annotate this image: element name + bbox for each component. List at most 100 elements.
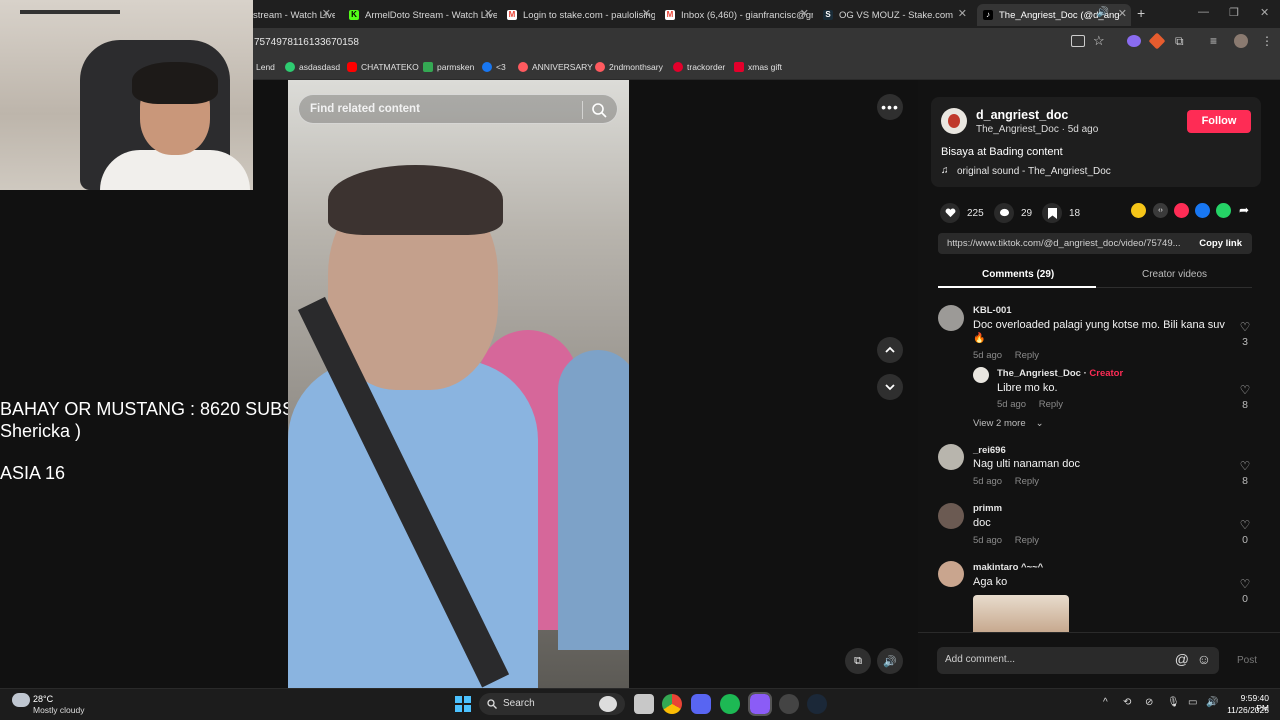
comment-username[interactable]: KBL-001 [973, 305, 1012, 316]
maximize-icon[interactable]: ❐ [1229, 6, 1239, 19]
audio-playing-icon[interactable]: 🔊 [1097, 7, 1109, 18]
send-to-friends-icon[interactable] [1174, 203, 1189, 218]
comment-username[interactable]: makintaro ^~~^ [973, 562, 1043, 573]
bookmark-item[interactable]: CHATMATEKO [347, 60, 419, 74]
bookmark-item[interactable]: xmas gift [734, 60, 782, 74]
comment-image[interactable] [973, 595, 1069, 632]
minimize-icon[interactable]: — [1198, 6, 1209, 18]
bookmark-item[interactable]: <3 [482, 60, 506, 74]
bookmark-item[interactable]: 2ndmonthsary [595, 60, 663, 74]
creator-avatar[interactable] [973, 367, 989, 383]
tab-close-icon[interactable]: ✕ [484, 7, 493, 20]
install-app-icon[interactable] [1071, 35, 1085, 47]
tab-close-icon[interactable]: ✕ [322, 7, 331, 20]
post-button[interactable]: Post [1237, 655, 1257, 666]
previous-video-icon[interactable] [877, 337, 903, 363]
whatsapp-share-icon[interactable] [1216, 203, 1231, 218]
comment-like-button[interactable]: ♡ 8 [1235, 383, 1255, 411]
tab-creator-videos[interactable]: Creator videos [1142, 269, 1207, 280]
commenter-avatar[interactable] [938, 305, 964, 331]
comment-button[interactable]: 29 [994, 203, 1032, 223]
profile-avatar[interactable] [1234, 34, 1248, 48]
miniplayer-icon[interactable]: ⧉ [845, 648, 871, 674]
app-icon[interactable] [748, 692, 772, 716]
bookmark-item[interactable]: trackorder [673, 60, 725, 74]
comment-like-button[interactable]: ♡ 0 [1235, 577, 1255, 605]
bookmark-item[interactable]: parmsken [423, 60, 474, 74]
creator-username[interactable]: d_angriest_doc [976, 108, 1068, 122]
tab-comments[interactable]: Comments (29) [982, 269, 1054, 280]
microphone-icon[interactable]: 🎙 [1167, 697, 1180, 708]
media-control-icon[interactable]: ≡ [1210, 34, 1217, 48]
volume-icon[interactable]: 🔊 [877, 648, 903, 674]
new-tab-icon[interactable]: + [1137, 5, 1145, 21]
reply-button[interactable]: Reply [1015, 350, 1039, 361]
weather-cloud-icon[interactable] [12, 693, 30, 707]
like-button[interactable]: 225 [940, 203, 984, 223]
video-player[interactable] [288, 80, 629, 688]
tray-app-icon[interactable]: ⊘ [1145, 697, 1153, 708]
tab-close-icon[interactable]: ✕ [958, 7, 967, 20]
browser-tab[interactable]: M Inbox (6,460) - gianfrancisc@gr ✕ [665, 4, 813, 26]
volume-tray-icon[interactable]: 🔊 [1206, 697, 1218, 708]
comment-input[interactable]: Add comment... @ ☺ [937, 647, 1219, 674]
repost-icon[interactable] [1131, 203, 1146, 218]
tab-close-icon[interactable]: ✕ [642, 7, 651, 20]
window-close-icon[interactable]: ✕ [1260, 6, 1269, 19]
comment-username[interactable]: primm [973, 503, 1002, 514]
extensions-puzzle-icon[interactable]: ⧉ [1175, 34, 1184, 49]
copy-link-button[interactable]: Copy link [1199, 238, 1242, 249]
view-more-replies[interactable]: View 2 more ⌄ [973, 418, 1044, 429]
commenter-avatar[interactable] [938, 561, 964, 587]
related-search-input[interactable]: Find related content [298, 94, 618, 124]
comment-username[interactable]: _rei696 [973, 445, 1006, 456]
commenter-avatar[interactable] [938, 444, 964, 470]
reply-username[interactable]: The_Angriest_Doc [997, 368, 1081, 379]
browser-tab[interactable]: K ArmelDoto Stream - Watch Live ✕ [349, 4, 497, 26]
browser-tab[interactable]: S OG VS MOUZ - Stake.com ✕ [823, 4, 971, 26]
sound-link[interactable]: original sound - The_Angriest_Doc [957, 166, 1111, 177]
discord-icon[interactable] [691, 694, 711, 714]
reply-button[interactable]: Reply [1015, 535, 1039, 546]
bookmark-item[interactable]: ANNIVERSARY [518, 60, 593, 74]
mention-icon[interactable]: @ [1175, 651, 1189, 667]
save-button[interactable]: 18 [1042, 203, 1080, 223]
browser-tab[interactable]: M Login to stake.com - paulolising ✕ [507, 4, 655, 26]
task-view-icon[interactable] [634, 694, 654, 714]
windows-start-icon[interactable] [455, 696, 471, 712]
comment-like-button[interactable]: ♡ 8 [1235, 459, 1255, 487]
emoji-icon[interactable]: ☺ [1197, 651, 1211, 667]
bookmark-star-icon[interactable]: ☆ [1093, 33, 1105, 49]
weather-temp[interactable]: 28°C [33, 694, 53, 704]
video-link-url[interactable]: https://www.tiktok.com/@d_angriest_doc/v… [947, 238, 1181, 249]
share-arrow-icon[interactable]: ➦ [1239, 203, 1249, 217]
network-icon[interactable]: ▭ [1188, 697, 1197, 708]
url-field[interactable]: 7574978116133670158 [254, 37, 359, 48]
embed-icon[interactable]: ‹› [1153, 203, 1168, 218]
bookmark-item[interactable]: asdasdasd [285, 60, 340, 74]
commenter-avatar[interactable] [938, 503, 964, 529]
steam-icon[interactable] [807, 694, 827, 714]
extension-icon[interactable] [1127, 35, 1141, 47]
bookmark-item[interactable]: Lend [256, 60, 275, 74]
taskbar-search[interactable]: Search [479, 693, 625, 715]
creator-avatar[interactable] [941, 108, 967, 134]
next-video-icon[interactable] [877, 374, 903, 400]
tray-app-icon[interactable]: ⟲ [1123, 697, 1131, 708]
reply-button[interactable]: Reply [1039, 399, 1063, 410]
more-options-icon[interactable]: ••• [877, 94, 903, 120]
tab-close-icon[interactable]: ✕ [1118, 7, 1127, 20]
tab-close-icon[interactable]: ✕ [800, 7, 809, 20]
obs-icon[interactable] [779, 694, 799, 714]
spotify-icon[interactable] [720, 694, 740, 714]
tray-overflow-icon[interactable]: ^ [1103, 697, 1108, 708]
comment-like-button[interactable]: ♡ 0 [1235, 518, 1255, 546]
comment-like-button[interactable]: ♡ 3 [1235, 320, 1255, 348]
facebook-share-icon[interactable] [1195, 203, 1210, 218]
browser-tab-active[interactable]: ♪ The_Angriest_Doc (@d_ang 🔊 ✕ [977, 4, 1131, 26]
chrome-icon[interactable] [662, 694, 682, 714]
taskbar-date[interactable]: 11/26/2025 [1227, 705, 1269, 715]
browser-tab[interactable]: stream - Watch Live ✕ [253, 4, 335, 26]
follow-button[interactable]: Follow [1187, 110, 1251, 133]
browser-menu-icon[interactable]: ⋮ [1261, 34, 1273, 48]
